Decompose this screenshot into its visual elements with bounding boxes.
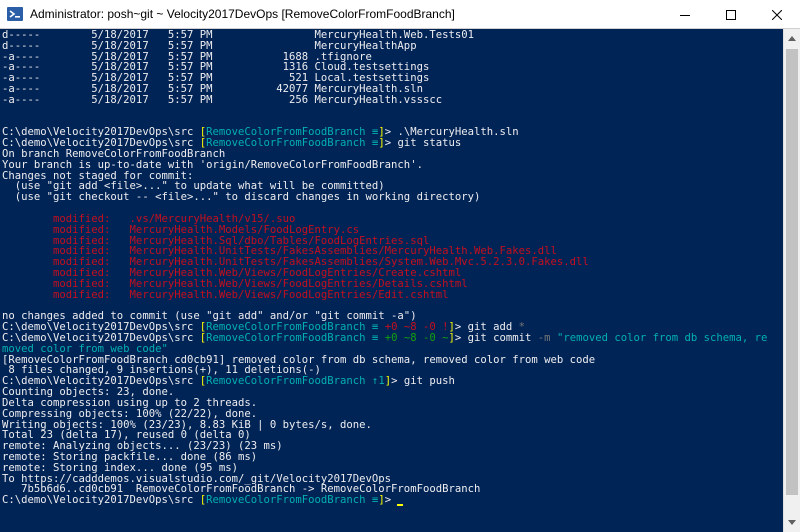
console-text: "removed color from db schema, re xyxy=(556,331,768,344)
vertical-scrollbar[interactable] xyxy=(783,29,800,532)
title-bar[interactable]: Administrator: posh~git ~ Velocity2017De… xyxy=(0,0,800,29)
console-text: modified: MercuryHealth.Web/Views/FoodLo… xyxy=(2,288,449,301)
scrollbar-thumb[interactable] xyxy=(786,49,798,495)
close-icon xyxy=(772,9,782,20)
console-text: RemoveColorFromFoodBranch ≡ xyxy=(206,137,379,150)
scroll-up-button[interactable] xyxy=(784,30,800,47)
console-line: modified: MercuryHealth.Web/Views/FoodLo… xyxy=(2,289,448,301)
console-text: > git push xyxy=(391,375,455,388)
close-button[interactable] xyxy=(754,0,800,29)
console-text: RemoveColorFromFoodBranch ≡ xyxy=(206,331,385,344)
powershell-icon xyxy=(7,7,23,21)
console-line: -a---- 5/18/2017 5:57 PM 256 MercuryHeal… xyxy=(2,94,442,106)
window-title: Administrator: posh~git ~ Velocity2017De… xyxy=(30,7,455,21)
console-text: -a---- 5/18/2017 5:57 PM 256 MercuryHeal… xyxy=(2,93,443,106)
console-text: RemoveColorFromFoodBranch ≡ xyxy=(206,494,379,507)
minimize-icon xyxy=(680,14,690,16)
console-output[interactable]: d----- 5/18/2017 5:57 PM MercuryHealth.W… xyxy=(0,29,783,532)
console-text: RemoveColorFromFoodBranch ↑1 xyxy=(206,375,385,388)
console-line: C:\demo\Velocity2017DevOps\src [RemoveCo… xyxy=(2,494,404,507)
chevron-down-icon xyxy=(788,520,796,525)
console-line: (use "git checkout -- <file>..." to disc… xyxy=(2,191,481,204)
maximize-button[interactable] xyxy=(708,0,754,29)
powershell-window: Administrator: posh~git ~ Velocity2017De… xyxy=(0,0,800,532)
maximize-icon xyxy=(726,9,736,20)
console-text: > git status xyxy=(384,137,462,150)
console-text: +0 ~8 -0 ~ xyxy=(384,331,449,344)
text-cursor xyxy=(397,504,404,507)
scroll-down-button[interactable] xyxy=(784,514,800,531)
console-text: C:\demo\Velocity2017DevOps\src xyxy=(2,494,200,507)
chevron-up-icon xyxy=(788,36,796,41)
console-text: > git commit xyxy=(454,331,538,344)
console-text: -m xyxy=(537,331,557,344)
console-text: > xyxy=(384,494,398,507)
minimize-button[interactable] xyxy=(662,0,708,29)
console-text: (use "git checkout -- <file>..." to disc… xyxy=(2,191,481,204)
